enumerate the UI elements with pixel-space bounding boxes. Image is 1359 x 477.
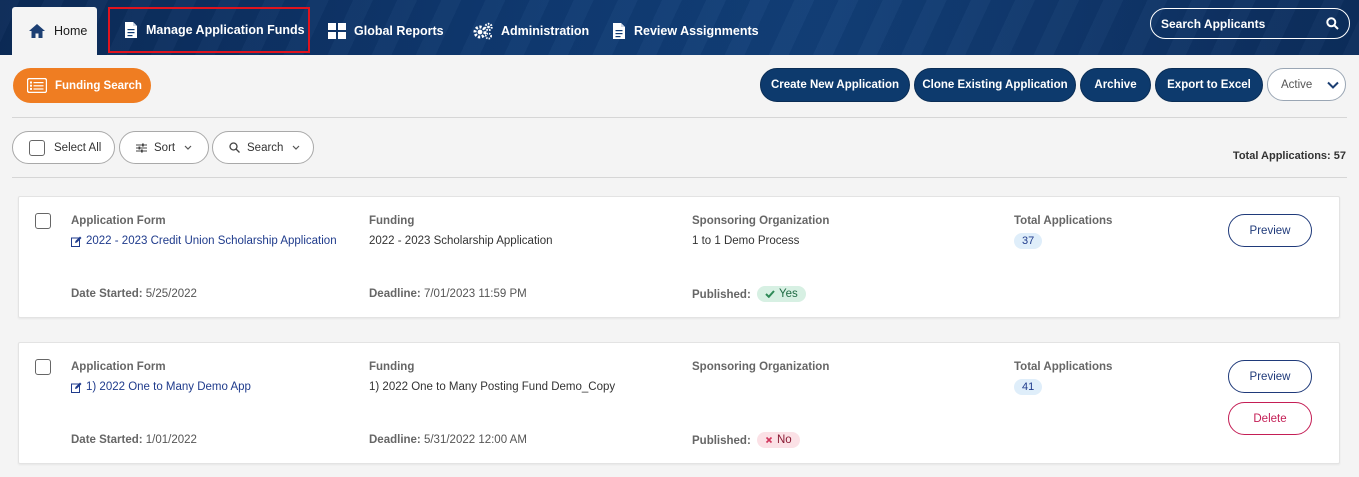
search-applicants-input[interactable]: Search Applicants <box>1150 8 1350 39</box>
deadline-value: 7/01/2023 11:59 PM <box>423 288 527 300</box>
search-label: Search <box>247 141 284 154</box>
top-navigation: Home Manage Application Funds Global Rep… <box>0 0 1359 55</box>
deadline-label: Deadline: <box>369 434 421 446</box>
tab-manage-application-funds-label: Manage Application Funds <box>146 23 305 37</box>
sponsoring-organization-label: Sponsoring Organization <box>692 361 830 373</box>
application-checkbox[interactable] <box>35 213 51 229</box>
check-icon <box>765 290 775 298</box>
preview-button[interactable]: Preview <box>1228 214 1312 247</box>
application-card: Application Form 1) 2022 One to Many Dem… <box>18 342 1340 464</box>
application-form-link[interactable]: 2022 - 2023 Credit Union Scholarship App… <box>71 235 337 247</box>
tab-administration-label: Administration <box>501 24 590 38</box>
delete-button[interactable]: Delete <box>1228 402 1312 435</box>
document-icon <box>125 22 137 38</box>
status-select[interactable]: Active <box>1267 68 1346 101</box>
document-icon <box>613 23 625 39</box>
grid-icon <box>328 23 346 39</box>
search-icon[interactable] <box>1326 17 1339 30</box>
sliders-icon <box>136 143 147 152</box>
published-label: Published: <box>692 435 751 447</box>
divider <box>12 177 1347 178</box>
search-icon <box>229 142 240 153</box>
funding-value: 2022 - 2023 Scholarship Application <box>369 235 553 247</box>
sort-label: Sort <box>154 141 176 154</box>
edit-icon <box>71 382 82 393</box>
close-icon <box>765 436 773 444</box>
date-started: Date Started: 5/25/2022 <box>71 288 197 300</box>
search-dropdown[interactable]: Search <box>212 131 314 164</box>
sponsoring-organization-label: Sponsoring Organization <box>692 215 830 227</box>
gears-icon <box>473 22 493 40</box>
chevron-down-icon <box>1327 81 1339 89</box>
status-select-value: Active <box>1281 78 1313 91</box>
tab-home[interactable]: Home <box>12 7 97 55</box>
deadline: Deadline: 5/31/2022 12:00 AM <box>369 434 527 446</box>
total-applications-badge[interactable]: 41 <box>1014 379 1043 395</box>
deadline: Deadline: 7/01/2023 11:59 PM <box>369 288 527 300</box>
total-applications-label: Total Applications <box>1014 215 1113 227</box>
published-status-text: No <box>776 434 792 446</box>
date-started-value: 5/25/2022 <box>145 288 197 300</box>
tab-manage-application-funds[interactable]: Manage Application Funds <box>108 7 310 53</box>
sponsoring-organization-value: 1 to 1 Demo Process <box>692 235 800 247</box>
application-checkbox[interactable] <box>35 359 51 375</box>
published: Published: No <box>692 432 800 448</box>
application-form-label: Application Form <box>71 215 166 227</box>
date-started-value: 1/01/2022 <box>145 434 197 446</box>
tab-global-reports-label: Global Reports <box>354 24 444 38</box>
application-form-name: 2022 - 2023 Credit Union Scholarship App… <box>86 235 337 247</box>
application-card: Application Form 2022 - 2023 Credit Unio… <box>18 196 1340 318</box>
funding-label: Funding <box>369 361 415 373</box>
archive-button[interactable]: Archive <box>1080 68 1151 102</box>
home-icon <box>29 24 45 38</box>
tab-global-reports[interactable]: Global Reports <box>328 7 444 55</box>
deadline-label: Deadline: <box>369 288 421 300</box>
date-started-label: Date Started: <box>71 288 143 300</box>
application-form-label: Application Form <box>71 361 166 373</box>
funding-value: 1) 2022 One to Many Posting Fund Demo_Co… <box>369 381 616 393</box>
published-status-badge: Yes <box>756 286 806 302</box>
tab-review-assignments-label: Review Assignments <box>634 24 759 38</box>
published: Published: Yes <box>692 286 806 302</box>
clone-existing-application-button[interactable]: Clone Existing Application <box>914 68 1076 102</box>
date-started-label: Date Started: <box>71 434 143 446</box>
divider <box>12 117 1347 118</box>
search-applicants-placeholder: Search Applicants <box>1161 16 1266 31</box>
funding-label: Funding <box>369 215 415 227</box>
total-applications-label: Total Applications <box>1014 361 1113 373</box>
sort-dropdown[interactable]: Sort <box>119 131 209 164</box>
chevron-down-icon <box>184 145 192 150</box>
deadline-value: 5/31/2022 12:00 AM <box>423 434 527 446</box>
total-applications-badge[interactable]: 37 <box>1014 233 1043 249</box>
chevron-down-icon <box>293 145 300 150</box>
application-form-name: 1) 2022 One to Many Demo App <box>86 381 251 393</box>
published-status-text: Yes <box>778 288 798 300</box>
select-all-button[interactable]: Select All <box>12 131 115 164</box>
select-all-checkbox[interactable] <box>29 139 45 156</box>
date-started: Date Started: 1/01/2022 <box>71 434 197 446</box>
funding-search-label: Funding Search <box>55 79 142 92</box>
preview-button[interactable]: Preview <box>1228 360 1312 393</box>
total-applications-count: Total Applications: 57 <box>1232 150 1346 162</box>
export-to-excel-button[interactable]: Export to Excel <box>1155 68 1263 102</box>
tab-administration[interactable]: Administration <box>473 7 589 55</box>
create-new-application-button[interactable]: Create New Application <box>760 68 910 102</box>
published-label: Published: <box>692 289 751 301</box>
tab-home-label: Home <box>54 24 88 38</box>
application-form-link[interactable]: 1) 2022 One to Many Demo App <box>71 381 251 393</box>
tab-review-assignments[interactable]: Review Assignments <box>612 7 759 55</box>
edit-icon <box>71 236 82 247</box>
funding-search-button[interactable]: Funding Search <box>13 68 151 103</box>
published-status-badge: No <box>756 432 800 448</box>
list-icon <box>27 78 47 93</box>
select-all-label: Select All <box>54 141 102 154</box>
